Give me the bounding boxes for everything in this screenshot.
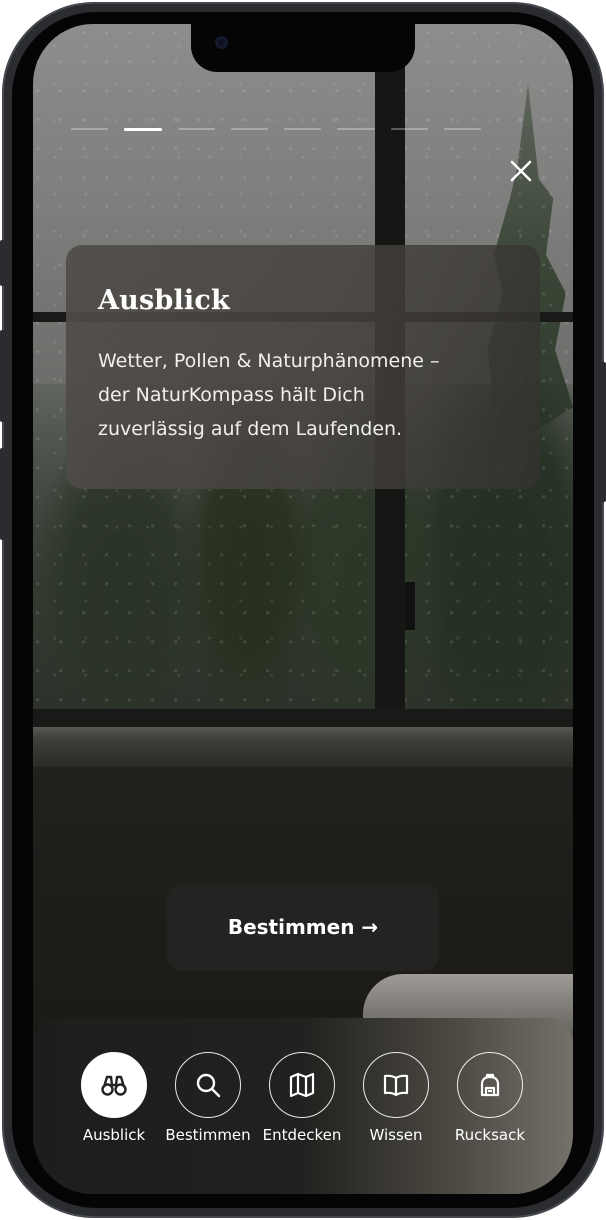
power-button: [601, 362, 606, 502]
window-handle: [405, 582, 415, 630]
volume-up-button: [0, 330, 5, 422]
story-progress-segment: [284, 128, 322, 130]
tab-ausblick-circle: [81, 1052, 147, 1118]
window-sill: [33, 727, 573, 767]
tab-bestimmen-label: Bestimmen: [165, 1126, 251, 1144]
info-card-title: Ausblick: [98, 285, 230, 316]
window-frame-bottom: [33, 709, 573, 729]
tab-ausblick-label: Ausblick: [82, 1126, 146, 1144]
info-card-text: Wetter, Pollen & Naturphänomene – der Na…: [98, 350, 440, 440]
backpack-icon: [480, 1073, 500, 1097]
front-camera: [215, 36, 228, 49]
story-progress-segment: [390, 128, 428, 130]
tab-rucksack-label: Rucksack: [454, 1126, 526, 1144]
search-icon: [196, 1073, 221, 1098]
mute-switch: [0, 240, 5, 286]
tab-entdecken-circle: [269, 1052, 335, 1118]
tab-wissen[interactable]: Wissen: [350, 1052, 442, 1162]
tab-bar: Ausblick Bestimmen Entdecken Wissen Ruck…: [33, 1018, 573, 1194]
tab-rucksack[interactable]: Rucksack: [444, 1052, 536, 1162]
tab-entdecken-label: Entdecken: [262, 1126, 342, 1144]
volume-down-button: [0, 448, 5, 540]
close-button[interactable]: [507, 157, 535, 185]
info-card: Ausblick Wetter, Pollen & Naturphänomene…: [66, 245, 540, 489]
tab-entdecken[interactable]: Entdecken: [256, 1052, 348, 1162]
bestimmen-button-label: Bestimmen →: [227, 915, 379, 939]
tab-rucksack-circle: [457, 1052, 523, 1118]
bestimmen-button[interactable]: Bestimmen →: [167, 883, 439, 971]
close-icon: [510, 160, 532, 182]
tab-wissen-circle: [363, 1052, 429, 1118]
story-progress-segment: [443, 128, 481, 130]
tab-bestimmen-circle: [175, 1052, 241, 1118]
story-progress-segment: [230, 128, 268, 130]
tab-wissen-label: Wissen: [369, 1126, 423, 1144]
story-progress-segment: [71, 128, 109, 130]
book-icon: [383, 1074, 409, 1097]
story-progress-segment-active: [124, 128, 162, 131]
screen: Ausblick Wetter, Pollen & Naturphänomene…: [33, 24, 573, 1194]
story-progress-segment: [337, 128, 375, 130]
tab-ausblick[interactable]: Ausblick: [68, 1052, 160, 1162]
map-icon: [289, 1072, 315, 1098]
binoculars-icon: [101, 1075, 127, 1096]
story-progress-segment: [177, 128, 215, 130]
story-progress: [71, 128, 481, 131]
tab-bestimmen[interactable]: Bestimmen: [162, 1052, 254, 1162]
